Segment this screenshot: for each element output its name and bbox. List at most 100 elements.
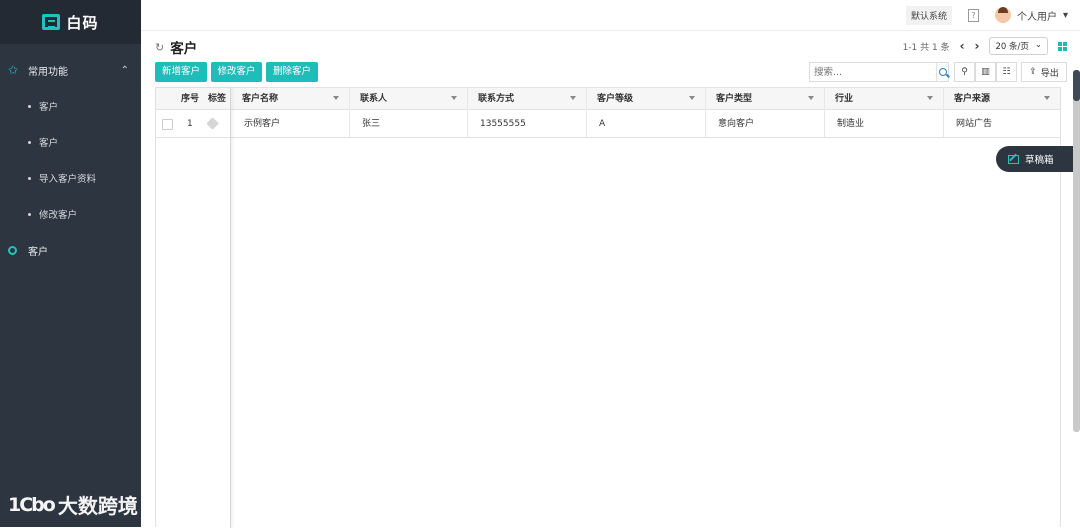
- filter-icon: ⚲: [961, 67, 968, 77]
- upload-icon: ⇪: [1029, 67, 1037, 77]
- chevron-down-icon: ⌄: [1034, 40, 1042, 50]
- sidebar-item-customer-2[interactable]: 客户: [0, 124, 141, 160]
- column-header-label: 行业: [835, 94, 854, 104]
- table-cell: 意向客户: [706, 110, 825, 138]
- page-title: 客户: [170, 41, 198, 57]
- layout-grid-icon[interactable]: [1058, 41, 1067, 51]
- edit-customer-button[interactable]: 修改客户: [211, 62, 262, 82]
- watermark-logo: 1Cbo: [8, 493, 56, 516]
- logo-text: 白码: [66, 13, 99, 32]
- sidebar-item-customer-top[interactable]: 客户: [0, 232, 141, 268]
- sidebar-item-label: 修改客户: [39, 210, 78, 221]
- page-size-value: 20 条/页: [995, 42, 1029, 52]
- column-header-label: 联系人: [360, 94, 388, 104]
- table-row[interactable]: 示例客户 张三 13555555 A 意向客户 制造业 网站广告: [156, 110, 1060, 138]
- sort-caret-icon[interactable]: [451, 96, 457, 100]
- sidebar-item-label: 导入客户资料: [39, 174, 97, 185]
- table-cell: 13555555: [468, 110, 587, 138]
- bar-chart-icon: ▥: [981, 67, 990, 77]
- column-header[interactable]: 客户名称: [232, 88, 350, 110]
- next-page-button[interactable]: ›: [975, 39, 980, 53]
- column-header[interactable]: 联系方式: [468, 88, 587, 110]
- star-icon: ✩: [8, 63, 19, 77]
- sidebar-item-label: 客户: [39, 138, 59, 149]
- row-index: 1: [187, 119, 193, 129]
- sort-caret-icon[interactable]: [927, 96, 933, 100]
- table-header: 序号 标签 客户名称 联系人 联系方式 客户等级 客户类型 行业 客户来源: [156, 88, 1060, 110]
- search-icon: [938, 68, 947, 76]
- sort-caret-icon[interactable]: [689, 96, 695, 100]
- prev-page-button[interactable]: ‹: [960, 39, 965, 53]
- sidebar-group-label: 常用功能: [28, 66, 68, 78]
- chart-button[interactable]: ▥: [975, 62, 996, 82]
- table-cell: A: [587, 110, 706, 138]
- export-label: 导出: [1040, 68, 1059, 79]
- watermark-text: 大数跨境: [57, 494, 138, 518]
- column-header[interactable]: 客户等级: [587, 88, 706, 110]
- drafts-label: 草稿箱: [1025, 155, 1054, 166]
- system-switch-button[interactable]: 默认系统: [905, 5, 952, 25]
- logo[interactable]: 白码: [0, 0, 141, 44]
- sidebar: 白码 ✩ 常用功能 ⌃ 客户 客户 导入客户资料 修改客户 客户 1Cbo 大数…: [0, 0, 141, 527]
- bullet-icon: [28, 176, 31, 180]
- column-header-label: 联系方式: [478, 94, 515, 104]
- delete-customer-button[interactable]: 删除客户: [266, 62, 318, 82]
- pagination: 1-1 共 1 条 ‹ › 20 条/页 ⌄: [903, 37, 1067, 55]
- column-settings-button[interactable]: ☷: [996, 62, 1017, 82]
- tag-icon[interactable]: [206, 117, 219, 130]
- scrollbar-thumb[interactable]: [1073, 70, 1080, 101]
- bullet-icon: [28, 212, 31, 216]
- sidebar-item-label: 客户: [28, 246, 48, 258]
- column-header-label: 客户等级: [597, 94, 634, 104]
- list-settings-icon: ☷: [1002, 67, 1011, 77]
- row-checkbox[interactable]: [162, 119, 173, 130]
- sort-caret-icon[interactable]: [570, 96, 576, 100]
- customer-table: 序号 标签 客户名称 联系人 联系方式 客户等级 客户类型 行业 客户来源 示例…: [155, 87, 1061, 528]
- column-header[interactable]: 行业: [825, 88, 944, 110]
- export-button[interactable]: ⇪ 导出: [1021, 62, 1067, 82]
- sidebar-item-label: 客户: [39, 102, 59, 113]
- user-name: 个人用户: [1016, 11, 1057, 23]
- table-cell: 网站广告: [956, 119, 993, 129]
- column-header-label: 客户来源: [954, 94, 991, 104]
- sidebar-item-edit-customer[interactable]: 修改客户: [0, 196, 141, 232]
- column-header[interactable]: 客户来源: [944, 88, 1060, 110]
- filter-button[interactable]: ⚲: [954, 62, 975, 82]
- drafts-button[interactable]: 草稿箱: [996, 146, 1080, 172]
- frozen-columns: 1: [156, 88, 231, 528]
- top-bar: 默认系统 ? 个人用户 ▾: [141, 0, 1080, 31]
- caret-down-icon: ▾: [1062, 9, 1068, 21]
- sort-caret-icon[interactable]: [333, 96, 339, 100]
- page-size-select[interactable]: 20 条/页 ⌄: [989, 37, 1048, 55]
- bullet-icon: [28, 104, 31, 108]
- table-cell: 示例客户: [232, 110, 350, 138]
- sidebar-item-import-customers[interactable]: 导入客户资料: [0, 160, 141, 196]
- column-header[interactable]: 联系人: [350, 88, 468, 110]
- sort-caret-icon[interactable]: [808, 96, 814, 100]
- avatar: [994, 7, 1011, 23]
- sidebar-item-customer[interactable]: 客户: [0, 88, 141, 124]
- pagination-summary: 1-1 共 1 条: [902, 42, 950, 53]
- watermark: 1Cbo 大数跨境: [8, 490, 138, 519]
- circle-icon: [8, 245, 17, 255]
- column-header-label: 客户名称: [242, 94, 279, 104]
- table-cell: 张三: [350, 110, 468, 138]
- edit-icon: [1008, 154, 1019, 164]
- search-button[interactable]: [936, 63, 948, 81]
- page-scrollbar[interactable]: [1073, 70, 1080, 432]
- search-input[interactable]: [810, 63, 936, 81]
- help-icon[interactable]: ?: [967, 8, 979, 22]
- sidebar-group-common[interactable]: ✩ 常用功能 ⌃: [0, 52, 141, 88]
- bullet-icon: [28, 140, 31, 144]
- logo-mark-icon: [42, 14, 61, 30]
- sort-caret-icon[interactable]: [1044, 96, 1050, 100]
- user-menu[interactable]: 个人用户 ▾: [994, 7, 1068, 23]
- toolbar: 新增客户 修改客户 删除客户 ⚲ ▥ ☷ ⇪ 导出: [155, 62, 1067, 82]
- page-header: ↻ 客户 1-1 共 1 条 ‹ › 20 条/页 ⌄: [155, 37, 1067, 57]
- chevron-up-icon: ⌃: [120, 64, 129, 76]
- refresh-icon[interactable]: ↻: [155, 41, 164, 54]
- column-header-label: 客户类型: [716, 94, 753, 104]
- search-box: [809, 62, 949, 82]
- column-header[interactable]: 客户类型: [706, 88, 825, 110]
- add-customer-button[interactable]: 新增客户: [155, 62, 207, 82]
